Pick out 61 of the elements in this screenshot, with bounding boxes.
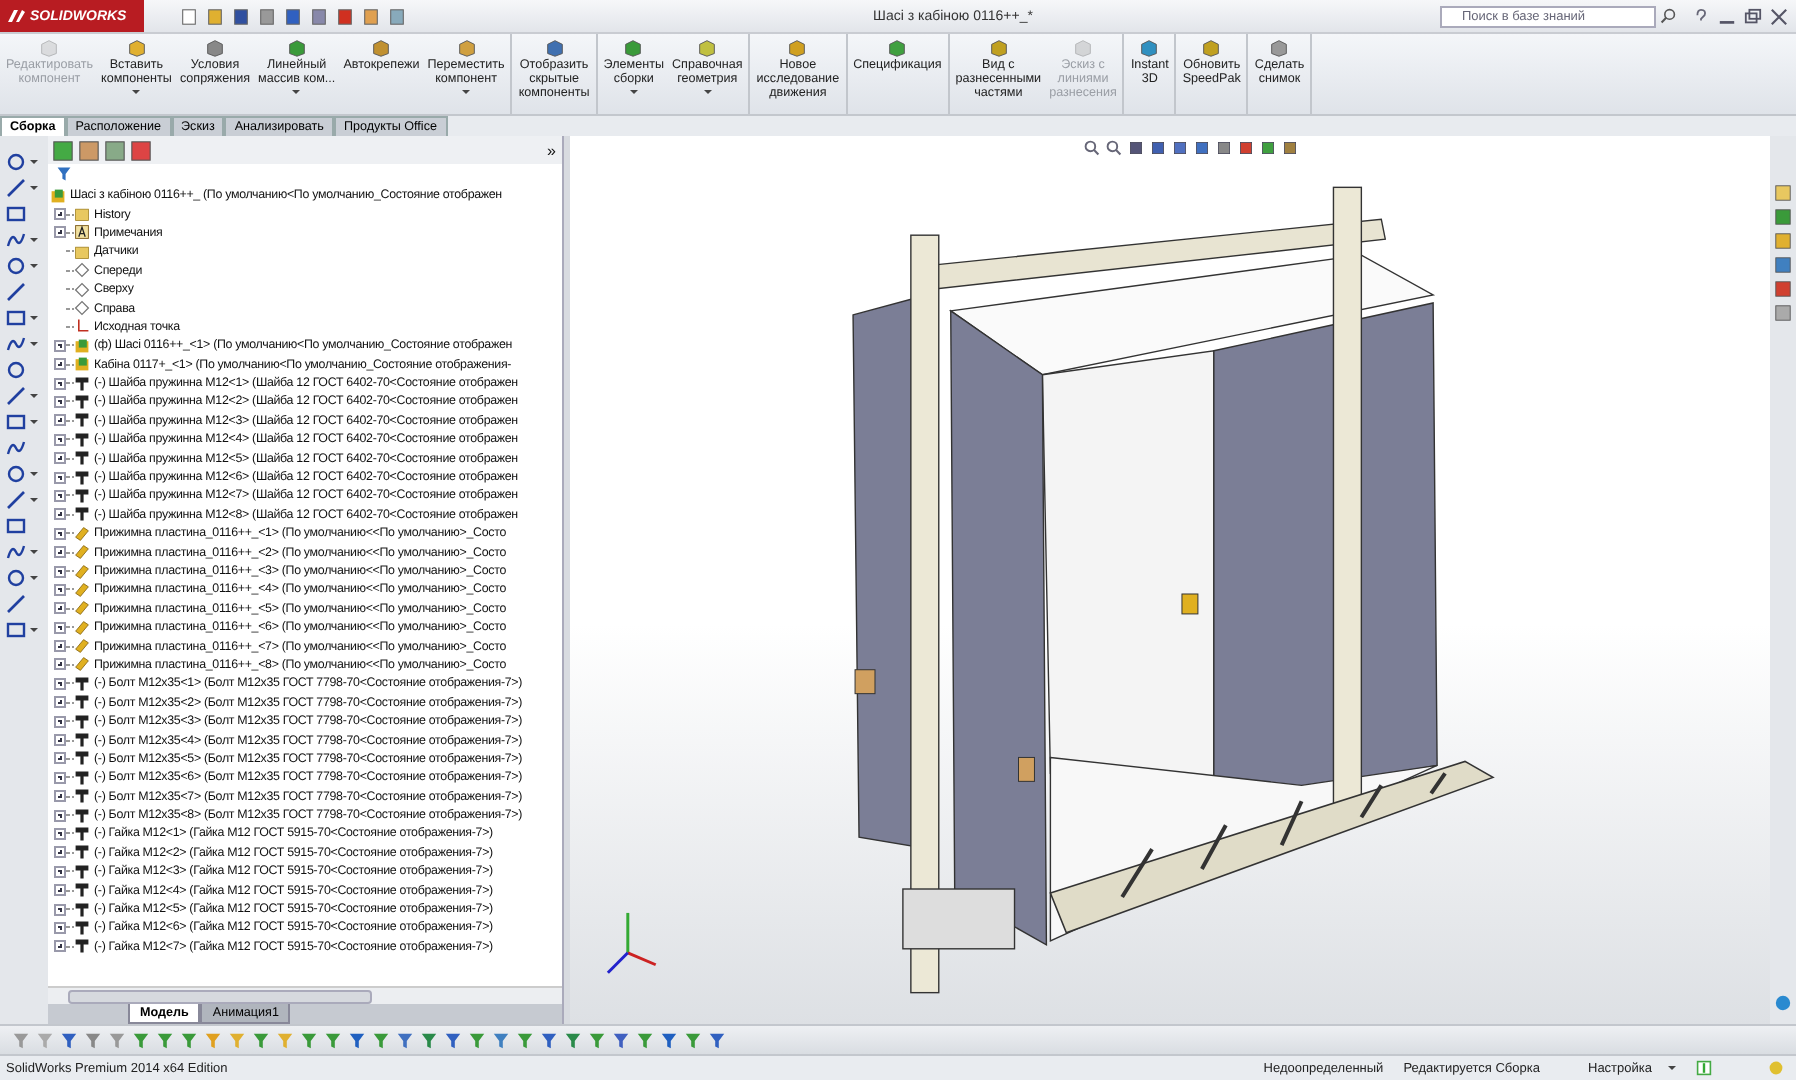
cube-icon bbox=[285, 38, 308, 58]
caret-icon bbox=[292, 90, 301, 94]
caret-icon[interactable] bbox=[30, 420, 38, 424]
cube-icon bbox=[38, 38, 61, 58]
mirror-icon[interactable] bbox=[6, 516, 26, 536]
restore-icon[interactable] bbox=[1744, 7, 1762, 25]
caret-icon[interactable] bbox=[30, 576, 38, 580]
annotation-icon bbox=[74, 224, 90, 241]
caret-icon[interactable] bbox=[30, 316, 38, 320]
spline-icon[interactable] bbox=[6, 308, 26, 328]
cube-icon bbox=[987, 38, 1010, 58]
caret-icon bbox=[462, 90, 471, 94]
caret-icon[interactable] bbox=[30, 342, 38, 346]
zoom-icon[interactable] bbox=[1083, 140, 1099, 156]
cube-icon bbox=[1072, 38, 1094, 58]
caret-icon[interactable] bbox=[1668, 1066, 1676, 1070]
cube-icon bbox=[543, 38, 566, 58]
new-document-icon[interactable] bbox=[180, 7, 198, 25]
cube-icon bbox=[455, 38, 478, 58]
caret-icon[interactable] bbox=[30, 628, 38, 632]
cube-icon bbox=[622, 38, 645, 58]
caret-icon[interactable] bbox=[30, 550, 38, 554]
line-icon[interactable] bbox=[6, 178, 26, 198]
caret-icon[interactable] bbox=[30, 394, 38, 398]
slot-icon[interactable] bbox=[6, 230, 26, 250]
circle-icon[interactable] bbox=[6, 256, 26, 276]
rebuild-icon[interactable] bbox=[1696, 1060, 1712, 1076]
cube-icon bbox=[696, 38, 719, 58]
caret-icon[interactable] bbox=[30, 498, 38, 502]
caret-icon bbox=[703, 90, 712, 94]
cube-icon bbox=[1200, 38, 1223, 58]
cube-icon bbox=[370, 38, 393, 58]
cube-icon bbox=[786, 38, 809, 58]
caret-icon[interactable] bbox=[30, 238, 38, 242]
origin-icon bbox=[74, 318, 90, 335]
cube-icon bbox=[1268, 38, 1291, 58]
cube-icon bbox=[125, 38, 148, 58]
search-icon[interactable] bbox=[1660, 8, 1676, 24]
caret-icon[interactable] bbox=[30, 186, 38, 190]
caret-icon[interactable] bbox=[30, 160, 38, 164]
chat-bubble-icon[interactable] bbox=[1774, 994, 1792, 1012]
cube-icon bbox=[886, 38, 909, 58]
feature-tree-icon[interactable] bbox=[52, 139, 74, 161]
property-icon[interactable] bbox=[78, 139, 100, 161]
zoom-icon[interactable] bbox=[1105, 140, 1121, 156]
caret-icon[interactable] bbox=[30, 472, 38, 476]
scrollbar-thumb[interactable] bbox=[68, 989, 372, 1003]
axis-triad-icon bbox=[606, 912, 657, 974]
help-icon[interactable] bbox=[1692, 7, 1710, 25]
caret-icon[interactable] bbox=[30, 264, 38, 268]
logo-mark-icon bbox=[6, 8, 26, 24]
cube-icon bbox=[203, 38, 226, 58]
close-icon[interactable] bbox=[1770, 7, 1788, 25]
expand-panel-glyph[interactable]: » bbox=[547, 141, 562, 159]
configuration-icon[interactable] bbox=[104, 139, 126, 161]
cube-icon bbox=[1138, 38, 1161, 58]
rectangle-icon[interactable] bbox=[6, 204, 26, 224]
caret-icon bbox=[629, 90, 638, 94]
appearance-icon[interactable] bbox=[130, 139, 152, 161]
caret-icon bbox=[132, 90, 141, 94]
assembly-icon bbox=[50, 187, 66, 204]
